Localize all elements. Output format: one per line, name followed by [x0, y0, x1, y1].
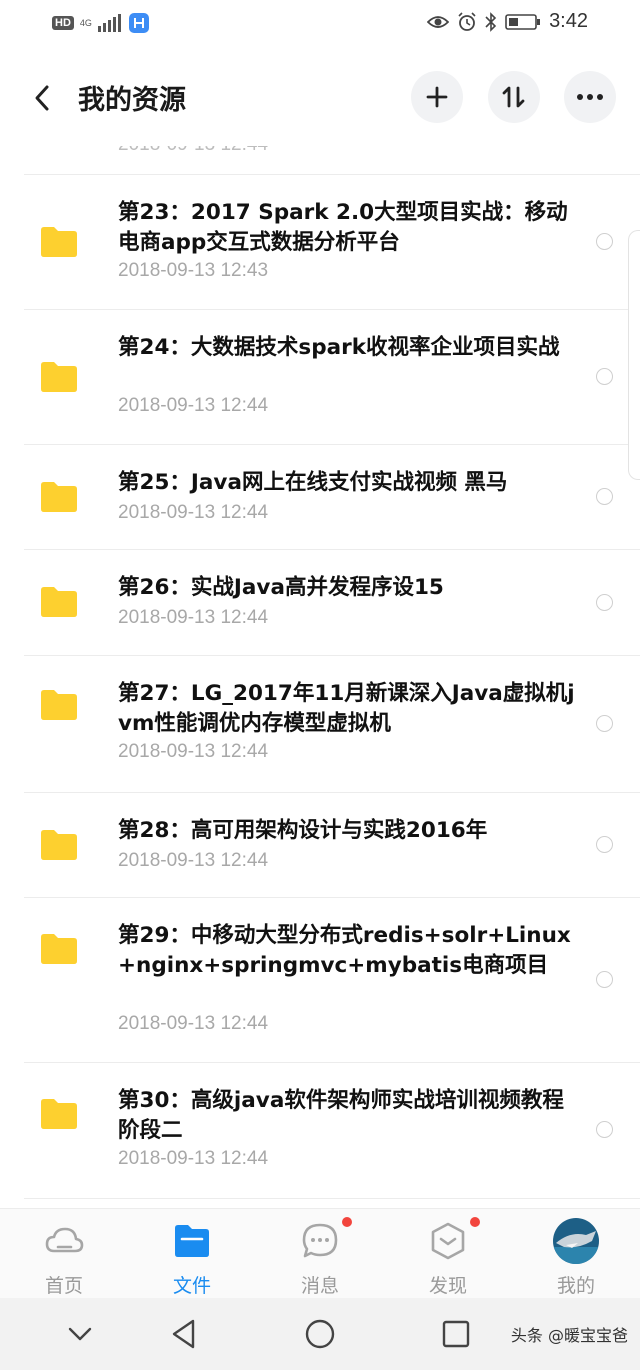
file-name: 第28：高可用架构设计与实践2016年 — [118, 818, 488, 843]
list-item[interactable]: 第28：高可用架构设计与实践2016年 2018-09-13 12:44 — [0, 792, 640, 897]
file-name: 第27：LG_2017年11月新课深入Java虚拟机jvm性能调优内存模型虚拟机 — [118, 681, 575, 736]
tab-me[interactable]: 我的 — [512, 1209, 640, 1299]
folder-icon — [41, 227, 77, 257]
bluetooth-icon — [485, 11, 497, 32]
add-button[interactable] — [411, 71, 463, 123]
chat-icon — [302, 1223, 338, 1258]
file-name: 第24：大数据技术spark收视率企业项目实战 — [118, 335, 560, 360]
file-date: 2018-09-13 12:44 — [118, 395, 269, 416]
app-icon — [128, 13, 149, 33]
notification-dot — [342, 1217, 352, 1227]
folder-icon — [41, 587, 77, 617]
folder-icon — [41, 690, 77, 720]
select-radio[interactable] — [596, 488, 613, 505]
nav-home-button[interactable] — [300, 1314, 340, 1354]
folder-icon — [41, 362, 77, 392]
hd-badge: HD — [52, 16, 74, 30]
select-radio[interactable] — [596, 233, 613, 250]
clock: 3:42 — [549, 10, 588, 32]
triangle-back-icon — [172, 1319, 195, 1349]
select-radio[interactable] — [596, 1121, 613, 1138]
folder-icon — [41, 934, 77, 964]
list-item[interactable]: 第25：Java网上在线支付实战视频 黑马 2018-09-13 12:44 — [0, 444, 640, 549]
bottom-nav: 首页 文件 消息 发现 我的 — [0, 1208, 640, 1298]
list-item[interactable]: 第26：实战Java高并发程序设15 2018-09-13 12:44 — [0, 549, 640, 655]
square-recents-icon — [442, 1320, 470, 1348]
file-name: 第30：高级java软件架构师实战培训视频教程阶段二 — [118, 1088, 564, 1143]
nav-back-button[interactable] — [164, 1314, 204, 1354]
row-divider — [24, 1198, 640, 1199]
file-date: 2018-09-13 12:44 — [118, 1148, 269, 1169]
list-item[interactable]: 第30：高级java软件架构师实战培训视频教程阶段二 2018-09-13 12… — [0, 1062, 640, 1198]
page-title: 我的资源 — [78, 85, 186, 116]
tab-label: 文件 — [172, 1275, 211, 1297]
tab-messages[interactable]: 消息 — [256, 1209, 384, 1299]
status-left: HD 4G — [52, 12, 150, 34]
file-date: 2018-09-13 12:44 — [118, 607, 269, 628]
list-item[interactable]: 第29：中移动大型分布式redis+solr+Linux+nginx+sprin… — [0, 897, 640, 1062]
file-date: 2018-09-13 12:43 — [118, 260, 269, 281]
list-item[interactable]: 第27：LG_2017年11月新课深入Java虚拟机jvm性能调优内存模型虚拟机… — [0, 655, 640, 792]
file-name: 第29：中移动大型分布式redis+solr+Linux+nginx+sprin… — [118, 923, 571, 978]
list-item[interactable]: 第24：大数据技术spark收视率企业项目实战 2018-09-13 12:44 — [0, 309, 640, 444]
file-date: 2018-09-13 12:44 — [118, 741, 269, 762]
eye-icon — [427, 15, 450, 28]
discover-icon — [431, 1222, 465, 1260]
add-icon — [426, 86, 448, 108]
folder-icon — [41, 830, 77, 860]
sort-button[interactable] — [488, 71, 540, 123]
nav-recents-button[interactable] — [436, 1314, 476, 1354]
circle-home-icon — [305, 1319, 335, 1349]
system-nav-bar: 头条 @暖宝宝爸 — [0, 1298, 640, 1370]
back-button[interactable] — [22, 78, 62, 118]
tab-label: 首页 — [44, 1275, 83, 1297]
notification-dot — [470, 1217, 480, 1227]
file-date: 2018-09-13 12:44 — [118, 502, 269, 523]
header: 我的资源 — [0, 48, 640, 146]
tab-label: 消息 — [300, 1275, 339, 1297]
peek-date: 2018-09-13 12:44 — [118, 146, 268, 156]
battery-icon — [505, 13, 541, 30]
tab-label: 发现 — [428, 1275, 467, 1297]
file-date: 2018-09-13 12:44 — [118, 850, 269, 871]
file-name: 第26：实战Java高并发程序设15 — [118, 575, 444, 600]
back-icon — [35, 85, 49, 111]
signal-icon — [97, 14, 121, 32]
select-radio[interactable] — [596, 368, 613, 385]
chevron-down-icon — [68, 1327, 92, 1341]
tab-discover[interactable]: 发现 — [384, 1209, 512, 1299]
file-list[interactable]: 2018-09-13 12:44 第23：2017 Spark 2.0大型项目实… — [0, 146, 640, 1208]
folder-icon — [41, 1099, 77, 1129]
collapse-button[interactable] — [60, 1314, 100, 1354]
select-radio[interactable] — [596, 715, 613, 732]
more-button[interactable] — [564, 71, 616, 123]
status-right: 3:42 — [427, 10, 588, 33]
watermark: 头条 @暖宝宝爸 — [510, 1326, 628, 1345]
scrollbar-thumb[interactable] — [628, 230, 640, 480]
select-radio[interactable] — [596, 971, 613, 988]
select-radio[interactable] — [596, 836, 613, 853]
file-date: 2018-09-13 12:44 — [118, 1013, 269, 1034]
folder-icon — [41, 482, 77, 512]
sort-icon — [502, 86, 525, 108]
file-name: 第25：Java网上在线支付实战视频 黑马 — [118, 470, 508, 495]
more-icon — [577, 94, 603, 100]
select-radio[interactable] — [596, 594, 613, 611]
file-name: 第23：2017 Spark 2.0大型项目实战：移动电商app交互式数据分析平… — [118, 200, 568, 255]
cloud-icon — [45, 1227, 84, 1253]
tab-home[interactable]: 首页 — [0, 1209, 128, 1299]
tab-label: 我的 — [556, 1275, 595, 1297]
list-item[interactable]: 第23：2017 Spark 2.0大型项目实战：移动电商app交互式数据分析平… — [0, 174, 640, 309]
alarm-icon — [458, 11, 476, 31]
folder-icon — [175, 1225, 209, 1257]
status-bar: HD 4G 3:42 — [0, 0, 640, 48]
network-label: 4G — [79, 17, 92, 28]
tab-files[interactable]: 文件 — [128, 1209, 256, 1299]
avatar — [553, 1218, 599, 1264]
